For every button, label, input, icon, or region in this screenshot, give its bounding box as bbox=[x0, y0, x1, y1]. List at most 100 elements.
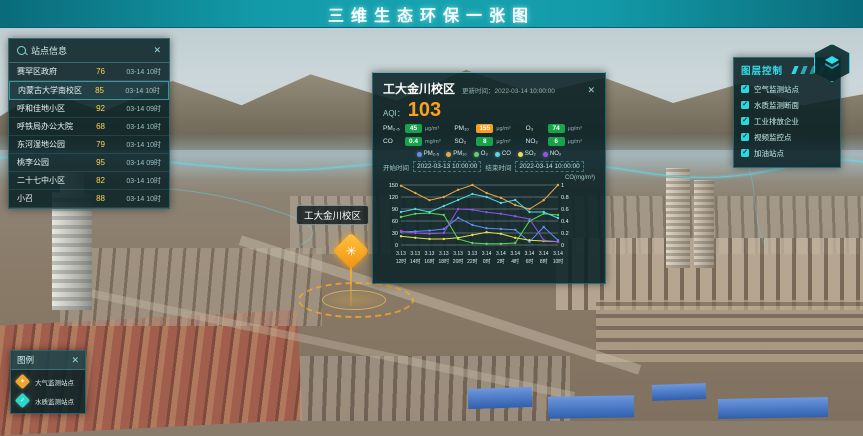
legend-label: O₃ bbox=[481, 151, 488, 157]
svg-text:0: 0 bbox=[561, 243, 564, 249]
legend-item[interactable]: PM₂.₅ bbox=[417, 151, 439, 157]
layer-item[interactable]: ✓视频监控点 bbox=[741, 129, 833, 145]
legend-diamond-icon: ✓ bbox=[15, 393, 31, 409]
legend-entry: ✦大气监测站点 bbox=[11, 370, 85, 389]
svg-text:8时: 8时 bbox=[540, 258, 548, 265]
station-panel: 站点信息 ✕ 赛罕区政府7603-14 10时内蒙古大学南校区8503-14 1… bbox=[8, 38, 170, 209]
legend-item[interactable]: PM₁₀ bbox=[446, 151, 467, 157]
svg-text:3.13: 3.13 bbox=[439, 251, 449, 257]
pollutant-unit: μg/m³ bbox=[425, 126, 439, 132]
legend-dot-icon bbox=[543, 152, 548, 157]
station-list: 赛罕区政府7603-14 10时内蒙古大学南校区8503-14 10时呼和佳地小… bbox=[9, 63, 169, 208]
station-aqi-value: 76 bbox=[87, 67, 105, 76]
checkbox-checked-icon[interactable]: ✓ bbox=[741, 117, 749, 125]
station-name: 二十七中小区 bbox=[17, 175, 83, 186]
legend-item[interactable]: NO₂ bbox=[543, 151, 561, 157]
checkbox-checked-icon[interactable]: ✓ bbox=[741, 149, 749, 157]
legend-item[interactable]: CO bbox=[495, 151, 511, 157]
pollutant-value-badge: 8 bbox=[476, 137, 493, 146]
legend-entry: ✓ 水质监测站点 bbox=[11, 389, 85, 408]
svg-text:4时: 4时 bbox=[511, 258, 519, 265]
pollutant-unit: μg/m³ bbox=[568, 139, 582, 145]
checkbox-checked-icon[interactable]: ✓ bbox=[741, 85, 749, 93]
layer-item[interactable]: ✓加油站点 bbox=[741, 145, 833, 161]
station-update-time: 03-14 10时 bbox=[109, 122, 161, 132]
station-update-time: 03-14 09时 bbox=[109, 158, 161, 168]
station-name: 呼铁局办公大院 bbox=[17, 121, 83, 132]
svg-text:3.13: 3.13 bbox=[410, 251, 420, 257]
station-row[interactable]: 赛罕区政府7603-14 10时 bbox=[9, 63, 169, 81]
pollutant-label: NO₂ bbox=[526, 138, 545, 145]
blue-warehouse bbox=[468, 387, 533, 409]
station-aqi-value: 92 bbox=[87, 104, 105, 113]
legend-glyph: ✓ bbox=[20, 397, 25, 404]
svg-text:10时: 10时 bbox=[553, 258, 564, 265]
svg-text:150: 150 bbox=[389, 183, 398, 189]
pollutant-cell: O₃74μg/m³ bbox=[526, 124, 595, 133]
legend-item[interactable]: SO₂ bbox=[518, 151, 536, 157]
svg-text:3.13: 3.13 bbox=[396, 251, 406, 257]
station-row[interactable]: 呼铁局办公大院6803-14 10时 bbox=[9, 118, 169, 136]
pollutant-cell: SO₂8μg/m³ bbox=[454, 137, 523, 146]
station-row[interactable]: 二十七中小区8203-14 10时 bbox=[9, 172, 169, 190]
svg-text:22时: 22时 bbox=[467, 258, 478, 265]
legend-list: ✦大气监测站点 ✓ 水质监测站点 bbox=[11, 370, 85, 408]
pollutant-value-badge: 45 bbox=[405, 124, 422, 133]
station-aqi-value: 85 bbox=[86, 86, 104, 95]
search-icon bbox=[17, 46, 26, 55]
legend-glyph: ✦ bbox=[20, 378, 25, 385]
layers-icon bbox=[823, 54, 841, 72]
station-panel-header: 站点信息 ✕ bbox=[9, 39, 169, 63]
svg-text:90: 90 bbox=[392, 207, 398, 213]
close-icon[interactable]: ✕ bbox=[153, 46, 161, 55]
station-aqi-value: 82 bbox=[87, 176, 105, 185]
close-icon[interactable]: ✕ bbox=[587, 86, 595, 95]
layer-item[interactable]: ✓空气监测站点 bbox=[741, 81, 833, 97]
svg-text:60: 60 bbox=[392, 219, 398, 225]
svg-text:0.6: 0.6 bbox=[561, 207, 569, 213]
legend-entry-label: 水质监测站点 bbox=[35, 396, 74, 406]
legend-label: SO₂ bbox=[525, 151, 536, 157]
pollutant-value-badge: 155 bbox=[476, 124, 493, 133]
pollutant-cell: PM₁₀155μg/m³ bbox=[454, 124, 523, 133]
svg-text:120: 120 bbox=[389, 195, 398, 201]
pollutant-label: PM₁₀ bbox=[454, 125, 473, 132]
tower-building bbox=[52, 192, 92, 310]
station-row[interactable]: 内蒙古大学南校区8503-14 10时 bbox=[9, 81, 169, 100]
legend-dot-icon bbox=[518, 152, 523, 157]
station-row[interactable]: 桃李公园9503-14 09时 bbox=[9, 154, 169, 172]
station-panel-title: 站点信息 bbox=[31, 44, 148, 57]
start-time-input[interactable]: 2022-03-13 10:00:00 bbox=[413, 161, 481, 172]
title-bar: 三维生态环保一张图 bbox=[0, 0, 863, 28]
aqi-value: 103 bbox=[408, 100, 441, 120]
svg-text:3.14: 3.14 bbox=[496, 251, 506, 257]
end-time-input[interactable]: 2022-03-14 10:00:00 bbox=[515, 161, 583, 172]
marker-stem bbox=[350, 264, 352, 306]
layer-item[interactable]: ✓工业排放企业 bbox=[741, 113, 833, 129]
close-icon[interactable]: ✕ bbox=[71, 356, 79, 365]
end-time-label: 结束时间 bbox=[485, 162, 511, 172]
page-title: 三维生态环保一张图 bbox=[328, 2, 535, 26]
pollutant-unit: μg/m³ bbox=[568, 126, 582, 132]
checkbox-checked-icon[interactable]: ✓ bbox=[741, 133, 749, 141]
station-update-time: 03-14 10时 bbox=[109, 67, 161, 77]
svg-text:3.14: 3.14 bbox=[539, 251, 549, 257]
pollutant-value-badge: 74 bbox=[548, 124, 565, 133]
checkbox-checked-icon[interactable]: ✓ bbox=[741, 101, 749, 109]
station-map-label[interactable]: 工大金川校区 bbox=[296, 205, 369, 225]
legend-label: PM₁₀ bbox=[453, 151, 467, 157]
station-update-time: 03-14 10时 bbox=[109, 194, 161, 204]
pollutant-cell: NO₂6μg/m³ bbox=[526, 137, 595, 146]
legend-item[interactable]: O₃ bbox=[474, 151, 488, 157]
svg-text:20时: 20时 bbox=[453, 258, 464, 265]
station-row[interactable]: 东河湿地公园7903-14 10时 bbox=[9, 136, 169, 154]
layer-item[interactable]: ✓水质监测断面 bbox=[741, 97, 833, 113]
station-row[interactable]: 呼和佳地小区9203-14 09时 bbox=[9, 100, 169, 118]
station-name: 呼和佳地小区 bbox=[17, 103, 83, 114]
legend-label: CO bbox=[502, 151, 511, 157]
station-row[interactable]: 小召8803-14 10时 bbox=[9, 190, 169, 208]
svg-text:3.14: 3.14 bbox=[510, 251, 520, 257]
svg-text:30: 30 bbox=[392, 231, 398, 237]
blue-warehouse bbox=[652, 383, 707, 401]
pollutant-cell: PM₂.₅45μg/m³ bbox=[383, 124, 452, 133]
